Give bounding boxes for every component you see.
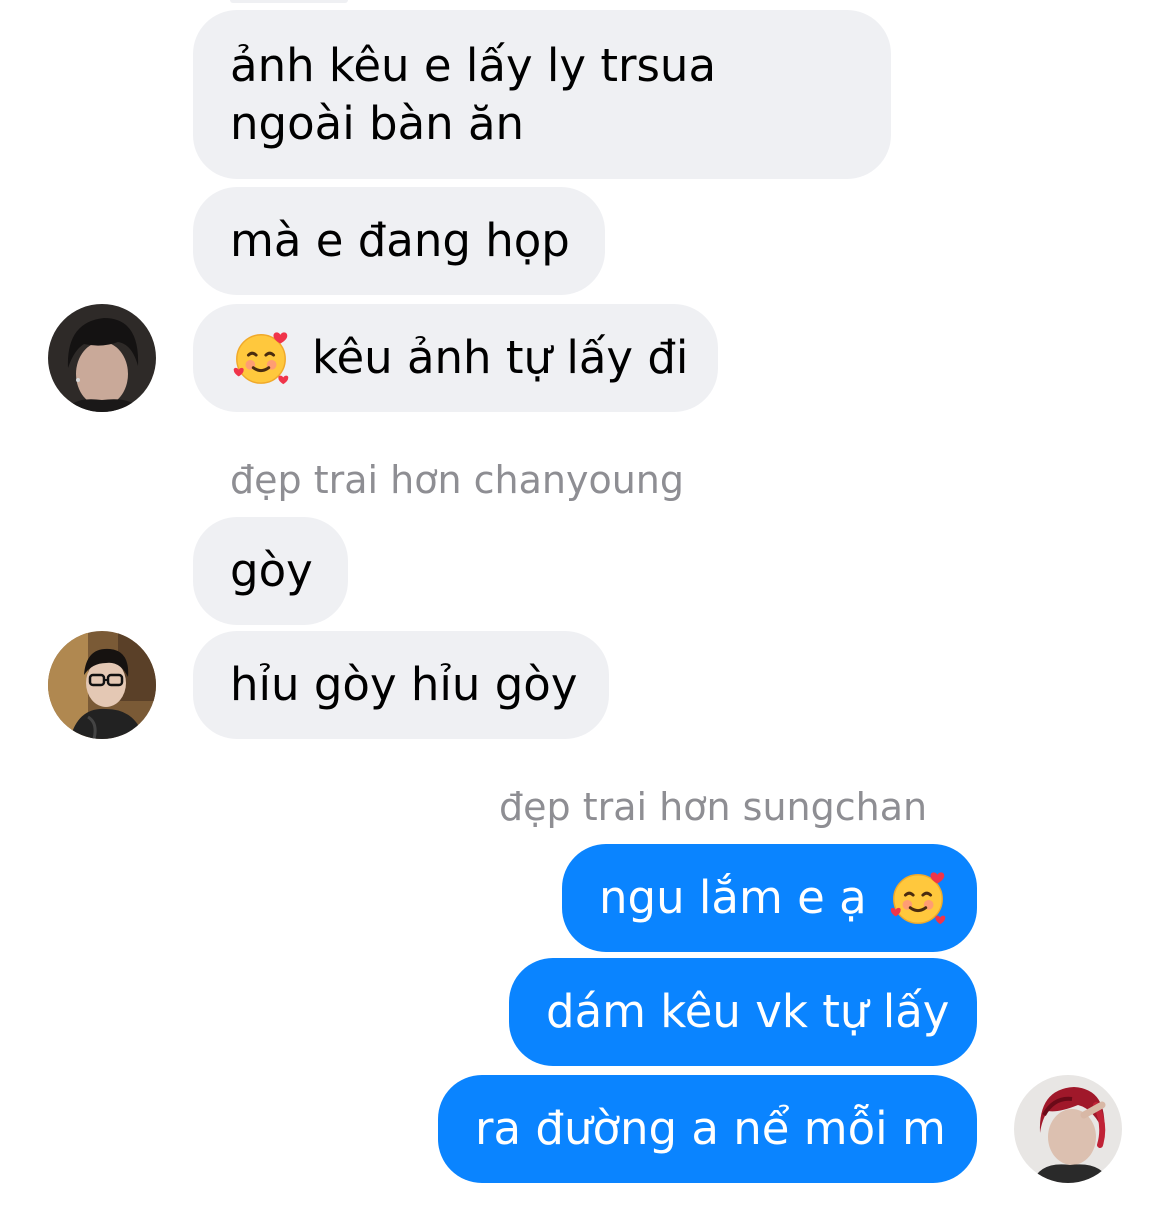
message-text: hỉu gòy hỉu gòy (230, 658, 578, 711)
previous-message-edge (230, 0, 348, 3)
smiling-face-with-hearts-icon (233, 332, 289, 385)
smiling-face-with-hearts-icon (890, 872, 945, 925)
message-text: kêu ảnh tự lấy đi (312, 331, 689, 384)
message-bubble[interactable]: hỉu gòy hỉu gòy (193, 631, 609, 739)
avatar[interactable] (1014, 1075, 1122, 1183)
message-text: ra đường a nể mỗi m (475, 1102, 946, 1155)
sender-name: đẹp trai hơn sungchan (499, 785, 928, 829)
message-text: gòy (230, 544, 313, 597)
message-text: dám kêu vk tự lấy (546, 985, 950, 1038)
profile-photo (48, 631, 156, 739)
profile-photo (1014, 1075, 1122, 1183)
profile-photo (48, 304, 156, 412)
message-bubble[interactable]: mà e đang họp (193, 187, 605, 295)
message-bubble[interactable]: ngu lắm e ạ (562, 844, 977, 952)
message-bubble[interactable]: ra đường a nể mỗi m (438, 1075, 977, 1183)
message-text: ảnh kêu e lấy ly trsua ngoài bàn ăn (230, 39, 717, 150)
message-text: ngu lắm e ạ (599, 871, 867, 924)
avatar[interactable] (48, 304, 156, 412)
sender-name: đẹp trai hơn chanyoung (230, 458, 685, 502)
message-bubble[interactable]: dám kêu vk tự lấy (509, 958, 977, 1066)
message-bubble[interactable]: gòy (193, 517, 348, 625)
message-bubble[interactable]: ảnh kêu e lấy ly trsua ngoài bàn ăn (193, 10, 891, 179)
message-bubble[interactable]: kêu ảnh tự lấy đi (193, 304, 718, 412)
avatar[interactable] (48, 631, 156, 739)
message-text: mà e đang họp (230, 214, 570, 267)
